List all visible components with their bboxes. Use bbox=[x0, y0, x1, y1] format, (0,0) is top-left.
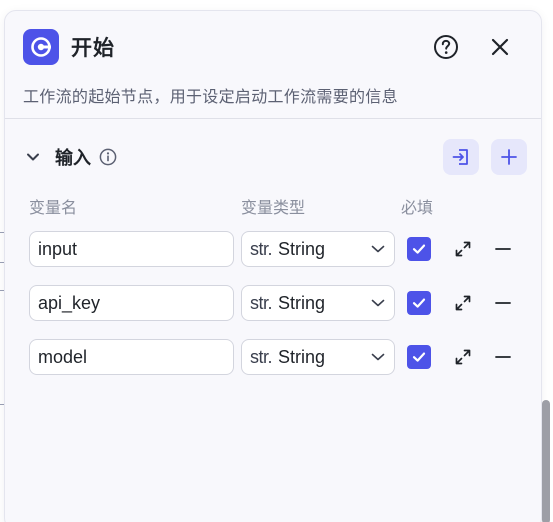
plus-icon bbox=[501, 149, 517, 165]
input-section-title: 输入 bbox=[55, 148, 91, 169]
check-icon bbox=[412, 244, 426, 254]
required-checkbox[interactable] bbox=[407, 291, 431, 315]
string-type-icon: str. bbox=[250, 292, 273, 313]
expand-icon[interactable] bbox=[451, 237, 475, 261]
input-section-header: 输入 bbox=[23, 139, 527, 175]
start-node-icon bbox=[23, 29, 59, 65]
variable-type-select[interactable]: str. String bbox=[241, 231, 395, 267]
start-node-panel: 开始 工作流的起始节点，用于设定启动工作流需要的信息 输入 变量名 变量类型 必… bbox=[4, 10, 542, 522]
variable-name-input[interactable] bbox=[29, 285, 234, 321]
variable-name-input[interactable] bbox=[29, 339, 234, 375]
column-header-name: 变量名 bbox=[29, 198, 78, 217]
collapse-chevron-icon[interactable] bbox=[23, 147, 43, 167]
variable-type-value: String bbox=[278, 292, 326, 313]
required-checkbox[interactable] bbox=[407, 345, 431, 369]
import-variables-button[interactable] bbox=[443, 139, 479, 175]
remove-variable-icon[interactable] bbox=[491, 345, 515, 369]
variable-row: str. String bbox=[29, 285, 529, 321]
import-icon bbox=[452, 149, 468, 165]
variable-type-select[interactable]: str. String bbox=[241, 285, 395, 321]
panel-scrollbar[interactable] bbox=[542, 400, 550, 522]
string-type-icon: str. bbox=[250, 238, 273, 259]
chevron-down-icon bbox=[370, 241, 386, 257]
add-variable-button[interactable] bbox=[491, 139, 527, 175]
remove-variable-icon[interactable] bbox=[491, 237, 515, 261]
info-icon[interactable] bbox=[99, 148, 117, 166]
check-icon bbox=[412, 298, 426, 308]
column-header-required: 必填 bbox=[401, 198, 434, 217]
variable-type-value: String bbox=[278, 238, 326, 259]
panel-header: 开始 bbox=[23, 29, 523, 65]
variable-row: str. String bbox=[29, 231, 529, 267]
remove-variable-icon[interactable] bbox=[491, 291, 515, 315]
variable-type-select[interactable]: str. String bbox=[241, 339, 395, 375]
string-type-icon: str. bbox=[250, 346, 273, 367]
variable-row: str. String bbox=[29, 339, 529, 375]
required-checkbox[interactable] bbox=[407, 237, 431, 261]
close-icon[interactable] bbox=[485, 32, 515, 62]
header-divider bbox=[5, 118, 541, 119]
check-icon bbox=[412, 352, 426, 362]
variable-name-input[interactable] bbox=[29, 231, 234, 267]
expand-icon[interactable] bbox=[451, 291, 475, 315]
expand-icon[interactable] bbox=[451, 345, 475, 369]
chevron-down-icon bbox=[370, 295, 386, 311]
column-header-type: 变量类型 bbox=[241, 198, 306, 217]
question-circle-icon[interactable] bbox=[431, 32, 461, 62]
chevron-down-icon bbox=[370, 349, 386, 365]
variable-type-value: String bbox=[278, 346, 326, 367]
panel-description: 工作流的起始节点，用于设定启动工作流需要的信息 bbox=[23, 87, 398, 106]
panel-title: 开始 bbox=[71, 36, 115, 60]
